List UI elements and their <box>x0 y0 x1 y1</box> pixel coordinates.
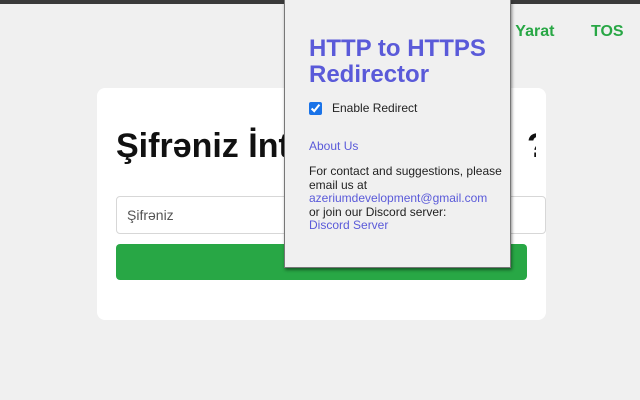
contact-text-2: or join our Discord server: <box>309 204 447 219</box>
page-title-start: Şifrəniz İnt <box>116 127 290 165</box>
enable-redirect-label[interactable]: Enable Redirect <box>332 101 417 115</box>
enable-redirect-checkbox[interactable] <box>309 101 322 115</box>
discord-link[interactable]: Discord Server <box>309 218 388 232</box>
popup-title: HTTP to HTTPS Redirector <box>309 35 486 88</box>
about-us-link[interactable]: About Us <box>309 139 358 153</box>
contact-info: For contact and suggestions, please emai… <box>309 164 509 233</box>
contact-text-1: For contact and suggestions, please emai… <box>309 164 502 192</box>
extension-popup: HTTP to HTTPS Redirector Enable Redirect… <box>284 0 511 268</box>
email-link[interactable]: azeriumdevelopment@gmail.com <box>309 191 487 205</box>
nav-link-tos[interactable]: TOS <box>591 23 624 41</box>
enable-redirect-row: Enable Redirect <box>309 101 417 115</box>
page-title-end: ? <box>527 127 536 166</box>
